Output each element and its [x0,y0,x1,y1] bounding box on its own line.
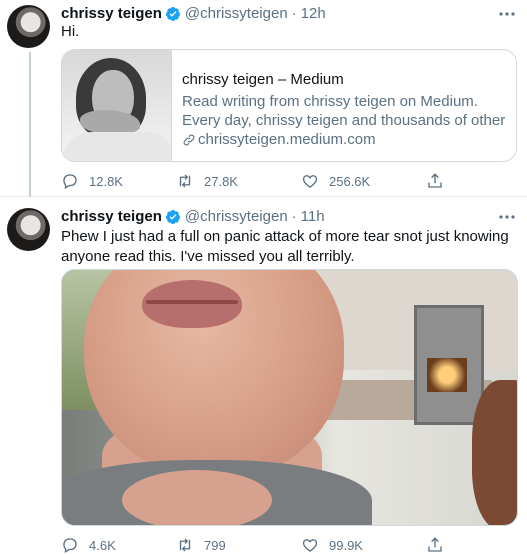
retweet-button[interactable]: 799 [176,536,226,554]
like-count: 256.6K [329,173,371,189]
share-button[interactable] [426,536,444,554]
verified-badge-icon [165,6,181,22]
tweet-text: Phew I just had a full on panic attack o… [61,228,509,265]
user-handle[interactable]: @chrissyteigen [185,5,288,23]
share-icon [428,537,442,552]
retweet-button[interactable]: 27.8K [176,172,238,190]
link-card[interactable]: chrissy teigen – Medium Read writing fro… [61,49,517,162]
reply-button[interactable]: 12.8K [61,172,123,190]
retweet-icon [179,538,191,552]
tweet-photo[interactable] [61,269,518,526]
display-name[interactable]: chrissy teigen [61,208,162,226]
timestamp[interactable]: 12h [301,5,326,23]
separator: · [291,208,297,225]
like-button[interactable]: 256.6K [301,172,370,190]
reply-count: 4.6K [89,537,116,553]
card-domain-text: chrissyteigen.medium.com [198,131,376,148]
more-icon[interactable] [496,209,518,225]
reply-icon [63,538,77,553]
user-handle[interactable]: @chrissyteigen [185,208,288,226]
tweet-header: chrissy teigen @chrissyteigen · 11h [61,208,325,226]
card-image [62,50,172,161]
like-icon [302,539,318,552]
display-name[interactable]: chrissy teigen [61,5,162,23]
retweet-icon [179,174,191,188]
retweet-count: 799 [204,537,226,553]
avatar[interactable] [7,5,50,48]
card-title: chrissy teigen – Medium [182,71,344,88]
tweet-actions: 12.8K 27.8K 256.6K [61,172,461,190]
timestamp[interactable]: 11h [301,208,325,226]
retweet-count: 27.8K [204,173,238,189]
tweet[interactable]: chrissy teigen @chrissyteigen · 12h Hi. … [0,0,527,197]
tweet-actions: 4.6K 799 99.9K [61,536,461,554]
like-icon [302,175,318,188]
reply-button[interactable]: 4.6K [61,536,116,554]
tweet-header: chrissy teigen @chrissyteigen · 12h [61,5,326,23]
reply-count: 12.8K [89,173,123,189]
tweet-text: Hi. [61,23,80,40]
card-domain: chrissyteigen.medium.com [182,130,516,149]
avatar[interactable] [7,208,50,251]
like-button[interactable]: 99.9K [301,536,363,554]
like-count: 99.9K [329,537,363,553]
reply-icon [63,174,77,189]
share-button[interactable] [426,172,444,190]
share-icon [428,173,442,188]
card-description: Read writing from chrissy teigen on Medi… [182,93,506,129]
link-icon [183,134,195,145]
more-icon[interactable] [496,6,518,22]
separator: · [291,5,297,22]
thread-line [29,52,31,197]
verified-badge-icon [165,209,181,225]
